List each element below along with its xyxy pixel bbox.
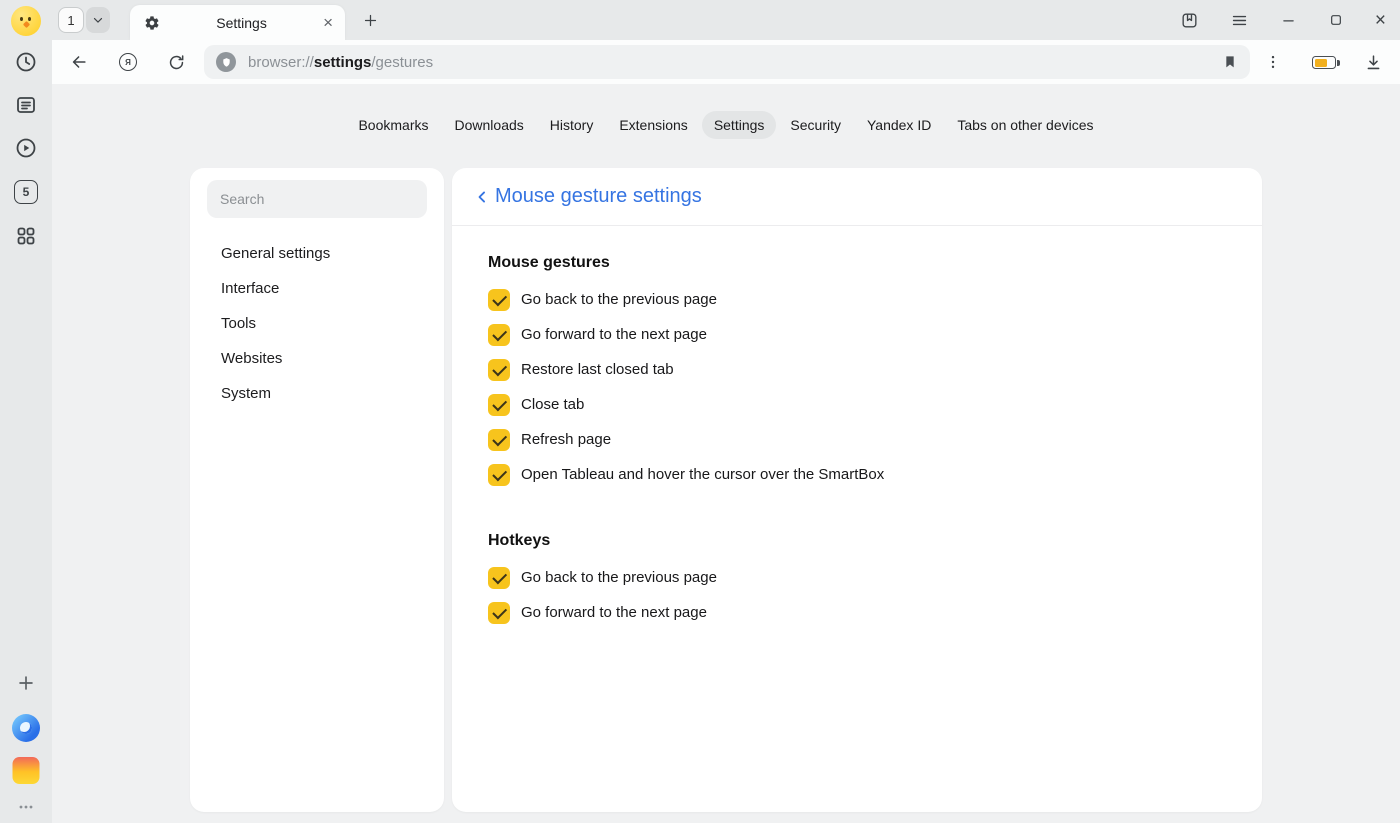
nav-tab-yandex-id[interactable]: Yandex ID (855, 111, 943, 139)
url-host: settings (314, 54, 372, 71)
tab-strip: 1 Settings × × (52, 0, 1400, 40)
settings-nav-tabs: Bookmarks Downloads History Extensions S… (52, 111, 1400, 139)
avatar-eye (28, 17, 31, 21)
settings-section-list: General settings Interface Tools Website… (190, 236, 444, 411)
downloads-icon[interactable] (1362, 51, 1384, 73)
back-button[interactable] (68, 51, 90, 73)
avatar-eye (20, 17, 23, 21)
sidebar-item-interface[interactable]: Interface (190, 271, 444, 306)
section-heading-mouse-gestures: Mouse gestures (488, 254, 1226, 272)
back-chevron-icon[interactable] (472, 187, 492, 207)
browser-app-icon[interactable] (12, 714, 40, 742)
left-rail: 5 (0, 0, 52, 823)
chevron-down-icon (91, 13, 105, 27)
hotkey-row: Go forward to the next page (488, 595, 1226, 630)
history-icon[interactable] (14, 50, 38, 74)
window-controls: × (1180, 0, 1386, 40)
gesture-label: Restore last closed tab (521, 361, 674, 378)
gesture-label: Go forward to the next page (521, 326, 707, 343)
rail-add-icon[interactable] (15, 672, 37, 694)
battery-icon[interactable] (1312, 56, 1336, 69)
nav-tab-other-devices[interactable]: Tabs on other devices (945, 111, 1105, 139)
checkbox-go-back[interactable] (488, 289, 510, 311)
panel-body: Mouse gestures Go back to the previous p… (452, 226, 1262, 630)
checkbox-hotkey-go-forward[interactable] (488, 602, 510, 624)
tabs-counter[interactable]: 5 (14, 180, 38, 204)
gesture-row: Refresh page (488, 422, 1226, 457)
search-input[interactable] (207, 180, 427, 218)
settings-sidebar-card: General settings Interface Tools Website… (190, 168, 444, 812)
nav-tab-extensions[interactable]: Extensions (607, 111, 699, 139)
tab-settings[interactable]: Settings × (130, 5, 345, 40)
gesture-row: Go back to the previous page (488, 282, 1226, 317)
yandex-home-icon[interactable]: Я (117, 51, 139, 73)
close-window-icon[interactable]: × (1375, 11, 1386, 30)
maximize-icon[interactable] (1328, 12, 1344, 28)
tab-group-dropdown[interactable] (86, 7, 110, 33)
gear-icon (144, 15, 160, 31)
panel-header: Mouse gesture settings (452, 168, 1262, 226)
gesture-label: Open Tableau and hover the cursor over t… (521, 466, 884, 483)
sidebar-item-system[interactable]: System (190, 376, 444, 411)
apps-grid-icon[interactable] (14, 224, 38, 248)
tab-group-count-value: 1 (67, 13, 74, 28)
profile-avatar[interactable] (11, 6, 41, 36)
bookmarks-panel-icon[interactable] (1180, 11, 1199, 30)
nav-tab-security[interactable]: Security (778, 111, 853, 139)
page-title: Mouse gesture settings (495, 185, 702, 208)
url-bar[interactable]: browser://settings/gestures (204, 45, 1250, 79)
gesture-row: Go forward to the next page (488, 317, 1226, 352)
address-toolbar: Я browser://settings/gestures (52, 40, 1400, 84)
avatar-beak (22, 21, 29, 28)
sidebar-item-general[interactable]: General settings (190, 236, 444, 271)
section-heading-hotkeys: Hotkeys (488, 532, 1226, 550)
sidebar-item-tools[interactable]: Tools (190, 306, 444, 341)
checkbox-hotkey-go-back[interactable] (488, 567, 510, 589)
nav-tab-history[interactable]: History (538, 111, 606, 139)
gesture-row: Restore last closed tab (488, 352, 1226, 387)
tab-group: 1 (58, 7, 110, 33)
hotkey-row: Go back to the previous page (488, 560, 1226, 595)
reload-icon[interactable] (165, 51, 187, 73)
checkbox-go-forward[interactable] (488, 324, 510, 346)
tab-close-icon[interactable]: × (323, 14, 333, 31)
gesture-label: Go back to the previous page (521, 291, 717, 308)
nav-tab-downloads[interactable]: Downloads (443, 111, 536, 139)
hotkey-label: Go back to the previous page (521, 569, 717, 586)
checkbox-open-tableau[interactable] (488, 464, 510, 486)
settings-page: Bookmarks Downloads History Extensions S… (52, 84, 1400, 823)
checkbox-refresh-page[interactable] (488, 429, 510, 451)
menu-icon[interactable] (1230, 11, 1249, 30)
gesture-row: Close tab (488, 387, 1226, 422)
hotkey-label: Go forward to the next page (521, 604, 707, 621)
sidebar-item-websites[interactable]: Websites (190, 341, 444, 376)
tab-group-counter[interactable]: 1 (58, 7, 84, 33)
nav-tab-settings[interactable]: Settings (702, 111, 777, 139)
gesture-label: Close tab (521, 396, 584, 413)
feed-icon[interactable] (14, 93, 38, 117)
rail-more-icon[interactable] (16, 797, 36, 817)
url-text: browser://settings/gestures (248, 54, 1222, 71)
url-scheme: browser:// (248, 54, 314, 71)
gesture-label: Refresh page (521, 431, 611, 448)
ya-letter: Я (125, 58, 131, 67)
gesture-settings-card: Mouse gesture settings Mouse gestures Go… (452, 168, 1262, 812)
url-path: /gestures (371, 54, 433, 71)
checkbox-close-tab[interactable] (488, 394, 510, 416)
media-play-icon[interactable] (14, 136, 38, 160)
url-more-icon[interactable] (1262, 51, 1284, 73)
checkbox-restore-tab[interactable] (488, 359, 510, 381)
bookmark-icon[interactable] (1222, 54, 1238, 70)
new-tab-button[interactable] (358, 8, 382, 32)
site-protect-icon[interactable] (216, 52, 236, 72)
nav-tab-bookmarks[interactable]: Bookmarks (346, 111, 440, 139)
browser-logo-swirl (20, 722, 32, 734)
gesture-row: Open Tableau and hover the cursor over t… (488, 457, 1226, 492)
minimize-icon[interactable] (1280, 12, 1297, 29)
tab-title: Settings (160, 15, 323, 31)
tabs-counter-value: 5 (23, 185, 30, 199)
battery-fill (1315, 59, 1327, 67)
mail-app-icon[interactable] (13, 757, 40, 784)
